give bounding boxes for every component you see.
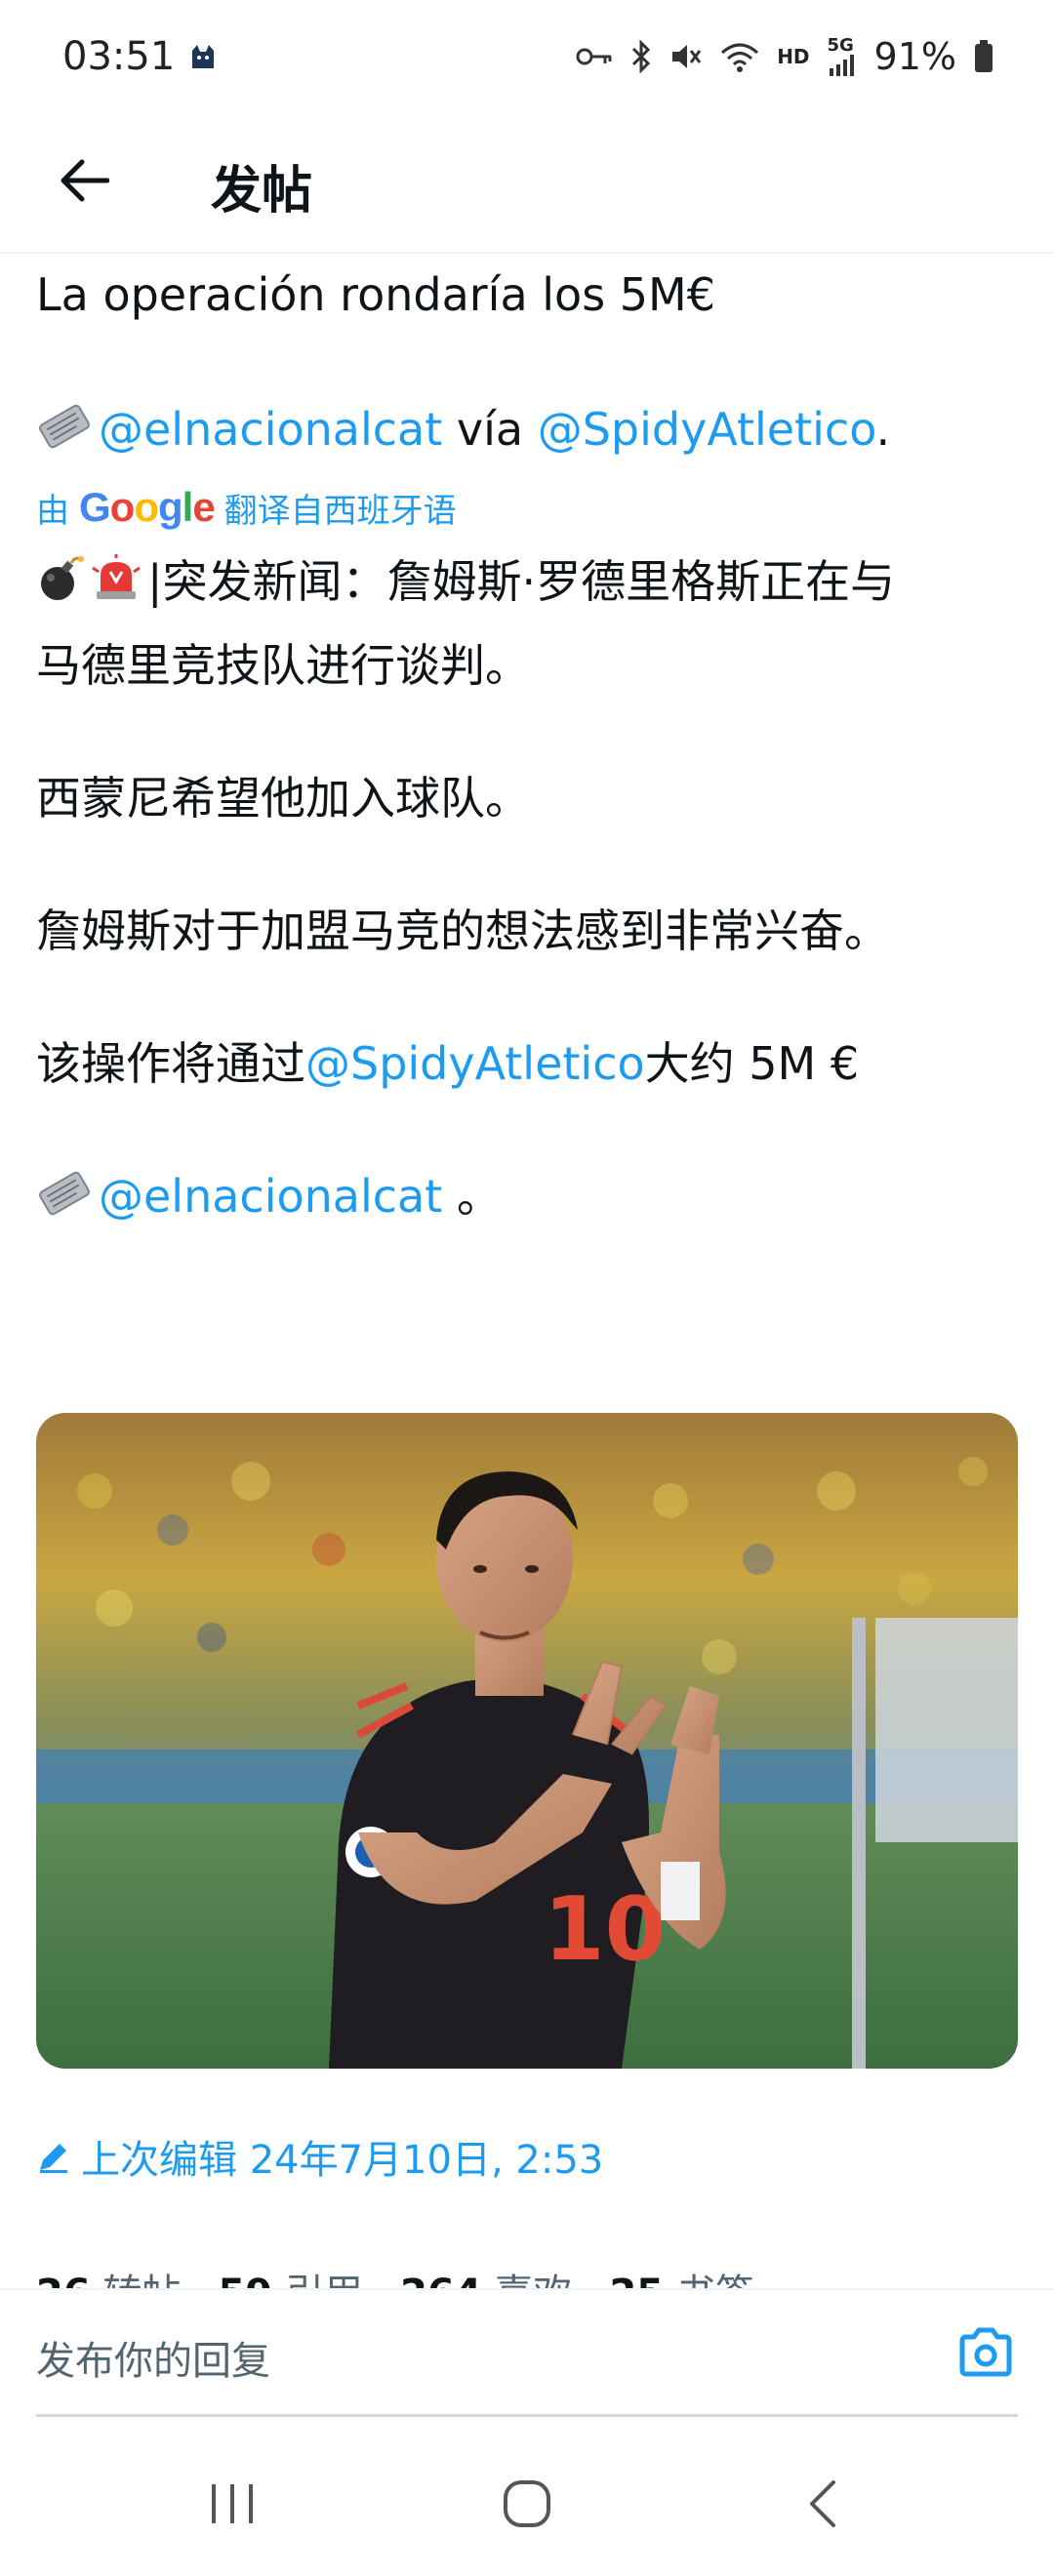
- camera-icon: [959, 2327, 1012, 2377]
- player-photo-illustration: 10: [36, 1413, 1018, 2069]
- status-time: 03:51: [62, 33, 176, 79]
- cat-icon: [188, 42, 218, 71]
- status-bar: 03:51 HD 5G 91%: [0, 0, 1054, 112]
- reply-bar: 发布你的回复: [0, 2288, 1054, 2417]
- home-icon: [504, 2480, 550, 2527]
- back-button[interactable]: [55, 151, 113, 210]
- post-photo[interactable]: 10: [36, 1413, 1018, 2069]
- translated-text-line: |突发新闻：詹姆斯·罗德里格斯正在与: [147, 555, 896, 608]
- home-button[interactable]: [502, 2478, 552, 2533]
- hd-indicator: HD: [777, 44, 810, 68]
- mention-link[interactable]: @elnacionalcat: [99, 403, 442, 456]
- last-edited-link[interactable]: 上次编辑 24年7月10日, 2:53: [36, 2127, 603, 2186]
- reply-input[interactable]: 发布你的回复: [36, 2329, 270, 2386]
- translated-source-line: @elnacionalcat 。: [36, 1157, 1022, 1241]
- google-logo: Google: [79, 484, 216, 530]
- reply-divider: [36, 2414, 1018, 2417]
- battery-percent: 91%: [873, 34, 956, 78]
- battery-icon: [974, 39, 993, 73]
- signal-icon: 5G: [827, 34, 857, 76]
- translated-text-pre: 该操作将通过: [36, 1037, 305, 1090]
- translate-by-label: 由: [36, 491, 69, 531]
- edit-pencil-icon: [40, 2144, 67, 2173]
- via-text: vía: [442, 403, 538, 456]
- translate-label: 翻译自西班牙语: [223, 491, 457, 531]
- recents-icon: [212, 2484, 253, 2523]
- newspaper-icon: [36, 396, 93, 474]
- bomb-icon: [36, 548, 85, 626]
- nav-back-icon: [810, 2480, 835, 2527]
- key-icon: [576, 45, 613, 68]
- nav-back-button[interactable]: [800, 2478, 843, 2533]
- page-title: 发帖: [211, 162, 313, 221]
- period-text: .: [875, 403, 891, 456]
- post-content: La operación rondaría los 5M€ @elnaciona…: [36, 256, 1022, 1241]
- translated-line-1: |突发新闻：詹姆斯·罗德里格斯正在与: [36, 543, 1022, 626]
- translated-by-google[interactable]: 由 Google 翻译自西班牙语: [36, 476, 1022, 539]
- back-arrow-icon: [61, 159, 109, 202]
- top-header: 发帖: [0, 112, 1054, 254]
- wifi-icon: [720, 41, 759, 72]
- system-nav-bar: [0, 2439, 1054, 2576]
- source-line-original: @elnacionalcat vía @SpidyAtletico.: [36, 390, 1022, 474]
- siren-icon: [91, 548, 142, 626]
- post-text-original: La operación rondaría los 5M€: [36, 268, 715, 321]
- translated-text-post: 大约 5M €: [644, 1037, 860, 1090]
- mention-link[interactable]: @elnacionalcat: [99, 1170, 442, 1223]
- newspaper-icon: [36, 1163, 93, 1241]
- translated-line-4: 詹姆斯对于加盟马竞的想法感到非常兴奋。: [36, 905, 889, 957]
- last-edited-label: 上次编辑 24年7月10日, 2:53: [81, 2138, 604, 2183]
- network-type: 5G: [827, 34, 854, 56]
- mention-link[interactable]: @SpidyAtletico: [305, 1037, 645, 1090]
- bluetooth-icon: [630, 39, 652, 73]
- status-left: 03:51: [62, 34, 218, 79]
- camera-button[interactable]: [956, 2323, 1015, 2382]
- period-text: 。: [442, 1170, 502, 1223]
- mention-link[interactable]: @SpidyAtletico: [538, 403, 876, 456]
- translated-line-5: 该操作将通过@SpidyAtletico大约 5M €: [36, 1025, 1022, 1103]
- status-right: HD 5G 91%: [576, 35, 993, 78]
- recents-button[interactable]: [208, 2480, 257, 2531]
- translated-line-2: 马德里竞技队进行谈判。: [36, 639, 530, 692]
- mute-icon: [669, 40, 703, 73]
- translated-line-3: 西蒙尼希望他加入球队。: [36, 772, 530, 825]
